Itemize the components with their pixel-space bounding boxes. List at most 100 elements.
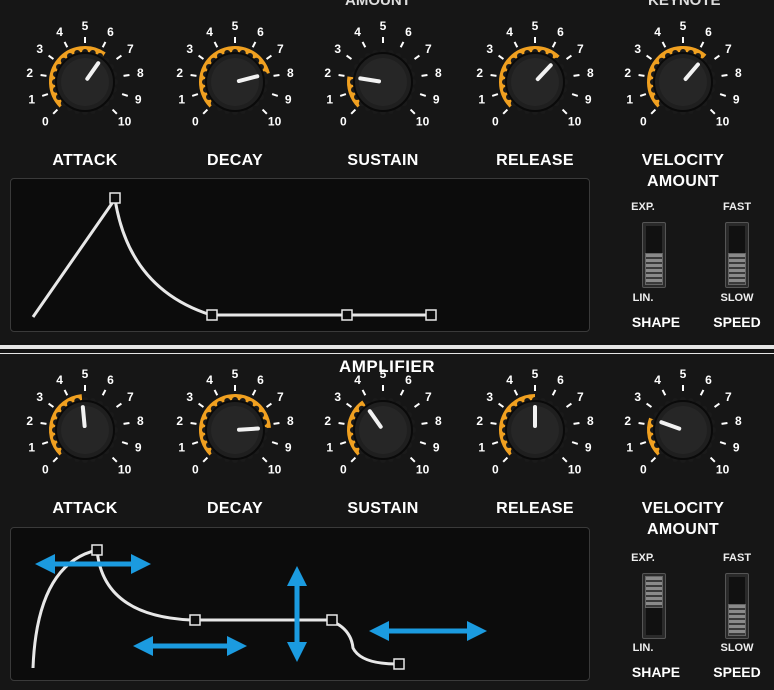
knob-scale-label: 2 — [624, 66, 631, 80]
knob-tick — [273, 73, 280, 77]
knob-body — [650, 49, 716, 115]
filter-attack-label: ATTACK — [52, 152, 118, 169]
amp-shape-switch[interactable] — [642, 573, 666, 639]
filter-release-handle — [425, 309, 437, 321]
amp-release-knob[interactable]: 01 234 5 678 910 — [470, 366, 600, 501]
knob-scale-label: 10 — [568, 115, 582, 129]
amp-speed-switch[interactable] — [725, 573, 749, 639]
knob-tick — [213, 41, 219, 48]
filter-sustain-handle — [341, 309, 353, 321]
filter-decay-handle — [206, 309, 218, 321]
knob-scale-label: 3 — [334, 42, 341, 56]
knob-scale-label: 3 — [486, 390, 493, 404]
knob-tick — [350, 456, 357, 463]
amp-attack-knob[interactable]: 01 234 5 678 910 — [20, 366, 150, 501]
amp-sustain-handle — [326, 614, 338, 626]
knob-tick — [123, 421, 130, 425]
knob-tick — [638, 421, 645, 425]
knob-scale-label: 1 — [178, 440, 185, 454]
knob-pointer — [236, 426, 260, 432]
amp-speed-switch-thumb[interactable] — [728, 604, 746, 636]
knob-scale-label: 9 — [433, 92, 440, 106]
knob-scale-label: 6 — [405, 25, 412, 39]
amp-envelope-display[interactable] — [10, 527, 590, 681]
filter-shape-switch[interactable] — [642, 222, 666, 288]
knob-scale-label: 8 — [735, 414, 742, 428]
knob-scale-label: 2 — [176, 414, 183, 428]
knob-scale-label: 3 — [334, 390, 341, 404]
knob-tick — [709, 456, 716, 463]
filter-envelope-display[interactable] — [10, 178, 590, 332]
knob-body — [202, 49, 268, 115]
knob-tick — [491, 441, 499, 445]
knob-scale-label: 6 — [705, 373, 712, 387]
knob-tick — [190, 73, 197, 77]
knob-scale-label: 2 — [26, 414, 33, 428]
knob-scale-label: 5 — [232, 19, 239, 33]
knob-tick — [409, 456, 416, 463]
knob-scale-label: 4 — [506, 25, 513, 39]
knob-tick — [338, 421, 345, 425]
filter-attack-knob[interactable]: 01 234 5 678 910 — [20, 18, 150, 153]
filter-decay-label: DECAY — [206, 152, 264, 169]
knob-tick — [271, 441, 279, 445]
knob-tick — [213, 389, 219, 396]
knob-tick — [261, 456, 268, 463]
knob-tick — [639, 93, 647, 97]
filter-velocity-amount-knob[interactable]: 01 234 5 678 910 — [618, 18, 748, 153]
knob-scale-label: 4 — [56, 373, 63, 387]
knob-scale-label: 1 — [28, 440, 35, 454]
knob-scale-label: 2 — [26, 66, 33, 80]
filter-shape-switch-thumb[interactable] — [645, 253, 663, 285]
knob-body — [350, 49, 416, 115]
knob-scale-label: 6 — [557, 25, 564, 39]
amp-decay-knob[interactable]: 01 234 5 678 910 — [170, 366, 300, 501]
knob-tick — [502, 456, 509, 463]
knob-scale-label: 7 — [725, 390, 732, 404]
knob-scale-label: 8 — [287, 66, 294, 80]
knob-scale-label: 5 — [532, 367, 539, 381]
keynote-heading: KEYNOTE — [648, 0, 721, 9]
knob-body — [502, 49, 568, 115]
knob-tick — [339, 441, 347, 445]
knob-tick — [513, 389, 519, 396]
knob-tick — [713, 402, 720, 408]
knob-tick — [573, 421, 580, 425]
filter-speed-switch[interactable] — [725, 222, 749, 288]
filter-release-knob[interactable]: 01 234 5 678 910 — [470, 18, 600, 153]
filter-speed-bottom-label: SLOW — [720, 292, 754, 304]
knob-scale-label: 6 — [557, 373, 564, 387]
amp-decay-handle — [189, 614, 201, 626]
knob-scale-label: 9 — [585, 440, 592, 454]
filter-sustain-knob[interactable]: 01 234 5 678 910 — [318, 18, 448, 153]
filter-amount-heading: AMOUNT — [345, 0, 411, 9]
filter-release-label: RELEASE — [496, 152, 574, 169]
knob-tick — [191, 93, 199, 97]
knob-tick — [339, 93, 347, 97]
knob-tick — [419, 441, 427, 445]
amp-velocity-amount-knob[interactable]: 01 234 5 678 910 — [618, 366, 748, 501]
knob-tick — [571, 441, 579, 445]
amp-shape-switch-thumb[interactable] — [645, 576, 663, 608]
knob-scale-label: 3 — [36, 42, 43, 56]
knob-tick — [261, 108, 268, 115]
knob-tick — [719, 93, 727, 97]
filter-decay-knob[interactable]: 01 234 5 678 910 — [170, 18, 300, 153]
amp-shape-top-label: EXP. — [631, 552, 655, 564]
knob-tick — [63, 41, 69, 48]
filter-envelope-curve — [31, 195, 431, 318]
filter-speed-switch-thumb[interactable] — [728, 253, 746, 285]
knob-tick — [41, 93, 49, 97]
knob-scale-label: 9 — [733, 92, 740, 106]
knob-scale-label: 4 — [654, 373, 661, 387]
knob-tick — [251, 389, 257, 396]
knob-tick — [639, 441, 647, 445]
knob-tick — [650, 456, 657, 463]
knob-scale-label: 10 — [716, 463, 730, 477]
knob-scale-label: 3 — [36, 390, 43, 404]
knob-scale-label: 0 — [192, 115, 199, 129]
knob-scale-label: 10 — [568, 463, 582, 477]
knob-scale-label: 10 — [416, 463, 430, 477]
amp-sustain-knob[interactable]: 01 234 5 678 910 — [318, 366, 448, 501]
knob-scale-label: 5 — [680, 19, 687, 33]
